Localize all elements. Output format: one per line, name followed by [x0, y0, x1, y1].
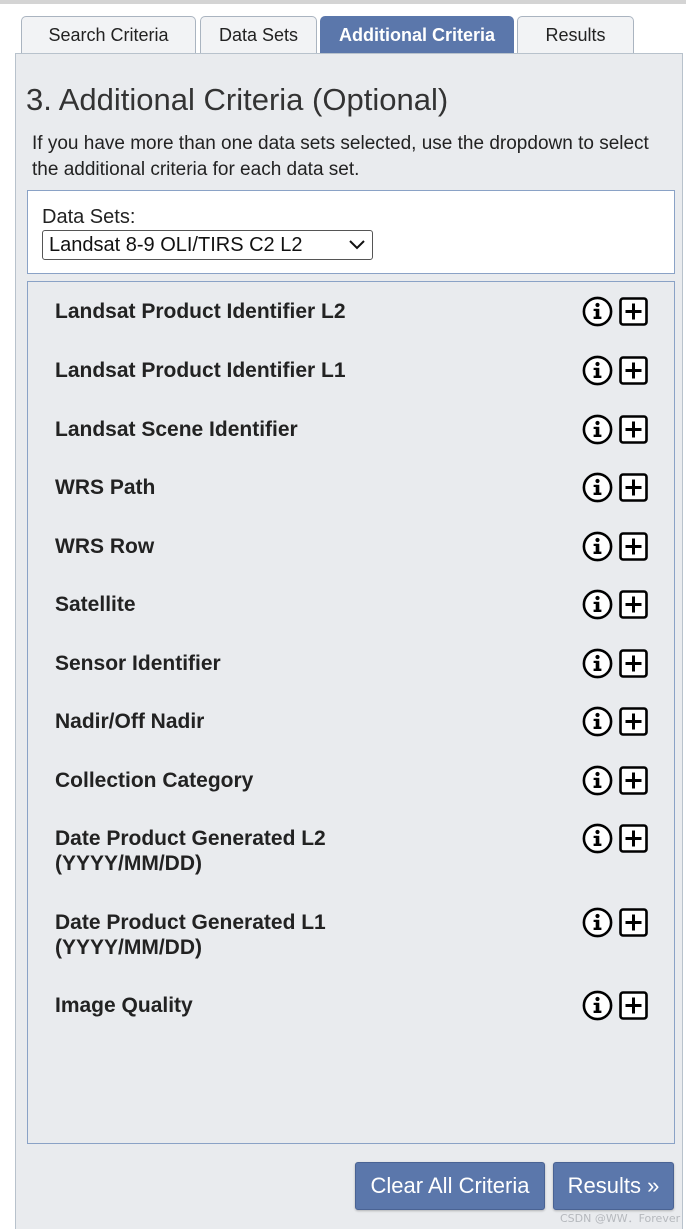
results-button[interactable]: Results »: [553, 1162, 674, 1210]
dataset-select[interactable]: Landsat 8-9 OLI/TIRS C2 L2: [42, 230, 373, 260]
info-circle-icon[interactable]: [582, 472, 613, 503]
criteria-label: Image Quality: [55, 994, 193, 1017]
plus-square-icon[interactable]: [619, 356, 648, 385]
criteria-label: Nadir/Off Nadir: [55, 710, 205, 733]
plus-square-icon[interactable]: [619, 415, 648, 444]
plus-square-icon[interactable]: [619, 824, 648, 853]
info-circle-icon[interactable]: [582, 414, 613, 445]
criteria-label: WRS Row: [55, 535, 155, 558]
chevron-down-icon: [349, 240, 365, 250]
info-circle-icon[interactable]: [582, 648, 613, 679]
info-circle-icon[interactable]: [582, 296, 613, 327]
criteria-label: Collection Category: [55, 769, 254, 792]
info-circle-icon[interactable]: [582, 823, 613, 854]
plus-square-icon[interactable]: [619, 532, 648, 561]
plus-square-icon[interactable]: [619, 297, 648, 326]
criteria-label: Landsat Scene Identifier: [55, 418, 298, 441]
dataset-selector-box: Data Sets: Landsat 8-9 OLI/TIRS C2 L2: [27, 190, 675, 274]
info-circle-icon[interactable]: [582, 990, 613, 1021]
plus-square-icon[interactable]: [619, 908, 648, 937]
tab-bar: Search Criteria Data Sets Additional Cri…: [0, 0, 686, 56]
info-circle-icon[interactable]: [582, 907, 613, 938]
criteria-list: Landsat Product Identifier L2 Landsat Pro…: [27, 281, 675, 1144]
page-title: 3. Additional Criteria (Optional): [26, 82, 449, 117]
dataset-label: Data Sets:: [42, 206, 136, 228]
plus-square-icon[interactable]: [619, 590, 648, 619]
criteria-label: Date Product Generated L1 (YYYY/MM/DD): [55, 911, 326, 959]
intro-text: If you have more than one data sets sele…: [32, 133, 649, 180]
tab-search-criteria[interactable]: Search Criteria: [21, 16, 196, 53]
criteria-label: Date Product Generated L2 (YYYY/MM/DD): [55, 827, 326, 875]
watermark: CSDN @WW．Forever: [560, 1212, 681, 1225]
info-circle-icon[interactable]: [582, 765, 613, 796]
info-circle-icon[interactable]: [582, 355, 613, 386]
tab-results[interactable]: Results: [517, 16, 634, 53]
info-circle-icon[interactable]: [582, 706, 613, 737]
plus-square-icon[interactable]: [619, 649, 648, 678]
info-circle-icon[interactable]: [582, 531, 613, 562]
dataset-select-value: Landsat 8-9 OLI/TIRS C2 L2: [49, 234, 303, 256]
tab-data-sets[interactable]: Data Sets: [200, 16, 317, 53]
criteria-label: WRS Path: [55, 476, 156, 499]
criteria-label: Landsat Product Identifier L1: [55, 359, 346, 382]
additional-criteria-panel: 3. Additional Criteria (Optional) If you…: [15, 53, 683, 1229]
plus-square-icon[interactable]: [619, 473, 648, 502]
plus-square-icon[interactable]: [619, 766, 648, 795]
criteria-label: Sensor Identifier: [55, 652, 221, 675]
tab-additional-criteria[interactable]: Additional Criteria: [320, 16, 514, 53]
plus-square-icon[interactable]: [619, 707, 648, 736]
plus-square-icon[interactable]: [619, 991, 648, 1020]
clear-all-criteria-button[interactable]: Clear All Criteria: [355, 1162, 545, 1210]
criteria-label: Satellite: [55, 593, 136, 616]
info-circle-icon[interactable]: [582, 589, 613, 620]
criteria-label: Landsat Product Identifier L2: [55, 300, 346, 323]
